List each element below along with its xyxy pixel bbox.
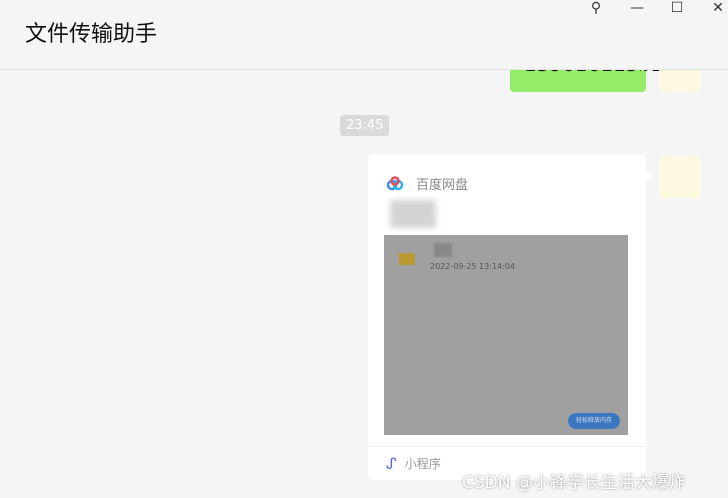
card-app-header: 百度网盘 [386,174,468,193]
avatar[interactable] [659,156,701,198]
file-date: 2022-09-25 13:14:04 [430,262,515,271]
minimize-button[interactable]: — [627,0,647,16]
chat-header: 文件传输助手 ⚲ — ☐ ✕ [0,0,728,70]
blurred-title [390,200,436,228]
rocket-badge: 轻松释放内存 [568,413,620,429]
mini-program-icon: ᔑ [386,454,397,473]
watermark: CSDN @小锋学长生活大爆炸 [462,473,686,493]
mini-program-label: 小程序 [404,457,441,471]
app-name: 百度网盘 [416,178,469,193]
maximize-button[interactable]: ☐ [667,0,687,16]
blurred-filename [434,243,452,257]
timestamp: 23:45 [340,115,390,136]
card-preview-image: 2022-09-25 13:14:04 轻松释放内存 [384,235,628,435]
chat-area: 15961611552 23:45 百度网盘 2022-09-25 13:14:… [0,0,728,498]
pin-icon[interactable]: ⚲ [586,0,606,16]
close-button[interactable]: ✕ [708,0,728,16]
baidu-netdisk-icon [386,175,404,190]
chat-title: 文件传输助手 [25,22,158,47]
folder-icon [399,253,415,265]
mini-program-card[interactable]: 百度网盘 2022-09-25 13:14:04 轻松释放内存 ᔑ 小程序 [368,154,652,480]
